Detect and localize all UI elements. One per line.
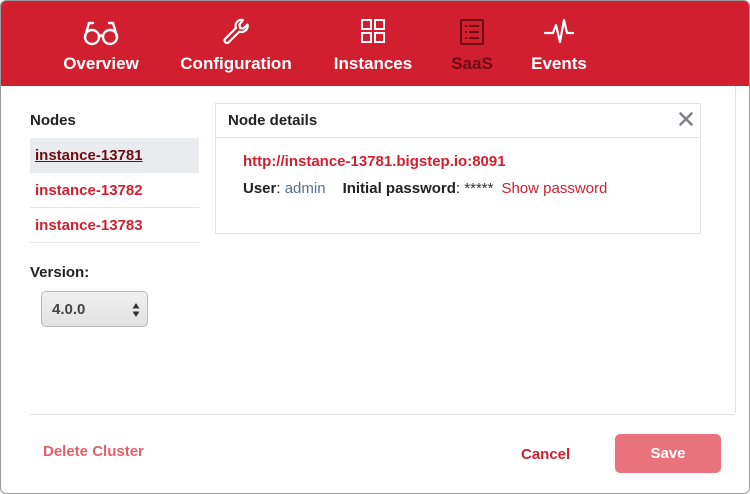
save-button[interactable]: Save: [615, 434, 721, 473]
top-nav: Overview Configuration Instances SaaS Ev…: [1, 1, 749, 86]
version-select-value: 4.0.0: [52, 300, 86, 318]
node-item-13782[interactable]: instance-13782: [30, 173, 199, 208]
tab-configuration[interactable]: Configuration: [180, 1, 292, 86]
node-details-panel: Node details http://instance-13781.bigst…: [215, 103, 701, 234]
version-label: Version:: [30, 264, 90, 281]
footer-divider: [30, 414, 735, 415]
list-icon: [452, 17, 492, 47]
panel-header: Node details: [216, 104, 700, 138]
password-separator: :: [455, 180, 465, 197]
tab-events-label: Events: [531, 54, 587, 73]
tab-instances[interactable]: Instances: [333, 1, 413, 86]
cancel-button[interactable]: Cancel: [521, 446, 570, 463]
tab-saas[interactable]: SaaS: [451, 1, 493, 86]
updown-arrows-icon: [132, 303, 140, 317]
tab-overview-label: Overview: [63, 54, 139, 73]
cluster-dialog: Overview Configuration Instances SaaS Ev…: [0, 0, 750, 494]
close-icon[interactable]: [678, 111, 694, 127]
tab-configuration-label: Configuration: [180, 54, 292, 73]
user-value: admin: [284, 180, 326, 197]
delete-cluster-button[interactable]: Delete Cluster: [43, 443, 144, 460]
user-separator: :: [276, 180, 285, 197]
pulse-icon: [539, 17, 579, 47]
password-label: Initial password: [342, 180, 456, 197]
tab-saas-label: SaaS: [451, 54, 493, 73]
wrench-icon: [216, 17, 256, 47]
node-url-link[interactable]: http://instance-13781.bigstep.io:8091: [243, 153, 506, 170]
credentials-row: User: admin Initial password: ***** Show p…: [243, 180, 607, 197]
version-select[interactable]: 4.0.0: [41, 291, 148, 327]
node-list: instance-13781 instance-13782 instance-1…: [30, 138, 199, 243]
password-value: *****: [464, 180, 494, 197]
panel-title: Node details: [228, 112, 318, 129]
node-item-13781[interactable]: instance-13781: [30, 138, 199, 173]
node-item-13783[interactable]: instance-13783: [30, 208, 199, 243]
show-password-link[interactable]: Show password: [501, 180, 607, 197]
grid-icon: [353, 17, 393, 47]
tab-events[interactable]: Events: [530, 1, 588, 86]
tab-instances-label: Instances: [333, 54, 413, 73]
glasses-icon: [81, 17, 121, 47]
nodes-heading: Nodes: [30, 112, 76, 129]
tab-overview[interactable]: Overview: [61, 1, 141, 86]
scrollbar[interactable]: [735, 86, 749, 413]
user-label: User: [243, 180, 277, 197]
